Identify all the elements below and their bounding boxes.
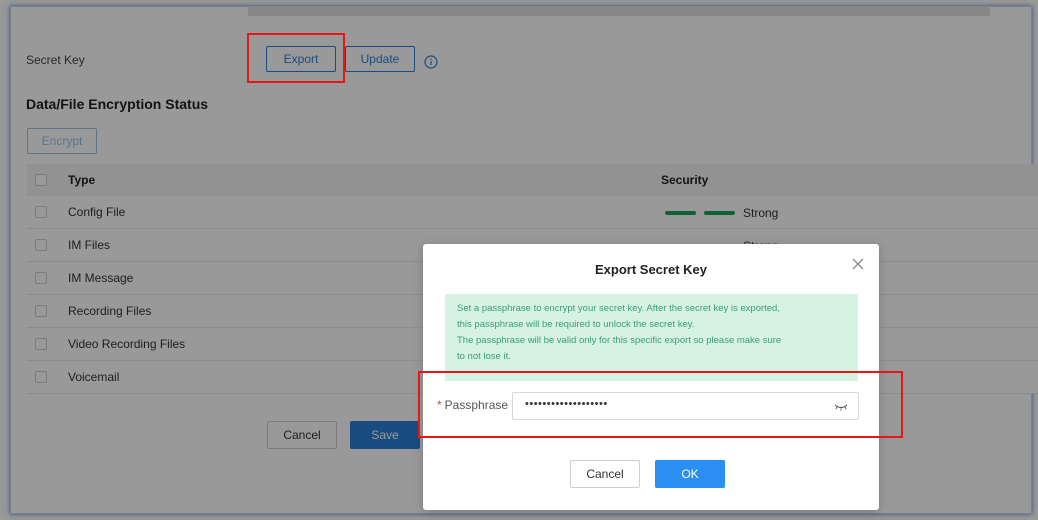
notice-line: The passphrase will be valid only for th… bbox=[457, 335, 782, 346]
highlight-box bbox=[247, 33, 345, 83]
close-icon[interactable] bbox=[851, 257, 865, 271]
dialog-ok-button[interactable]: OK bbox=[655, 460, 725, 488]
passphrase-notice: Set a passphrase to encrypt your secret … bbox=[445, 294, 858, 381]
dialog-cancel-button[interactable]: Cancel bbox=[570, 460, 640, 488]
notice-line: this passphrase will be required to unlo… bbox=[457, 319, 695, 330]
notice-line: Set a passphrase to encrypt your secret … bbox=[457, 303, 780, 314]
highlight-box bbox=[418, 371, 903, 438]
dialog-title: Export Secret Key bbox=[595, 262, 707, 277]
notice-line: to not lose it. bbox=[457, 351, 511, 362]
